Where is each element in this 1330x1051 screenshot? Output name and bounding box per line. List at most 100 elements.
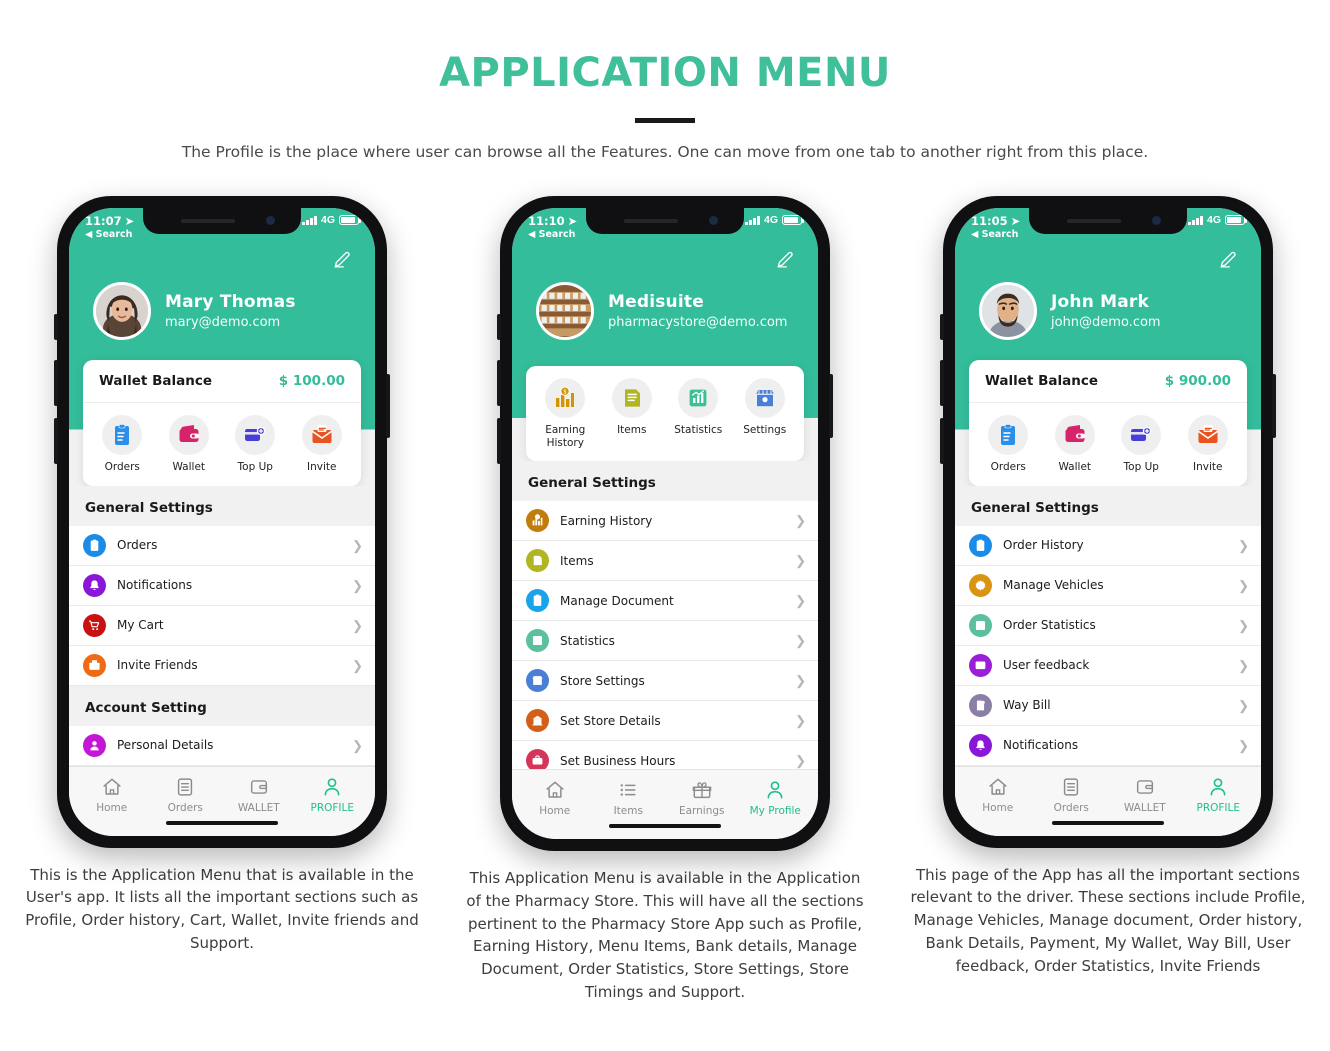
briefcase-icon bbox=[526, 749, 549, 769]
quick-action-invite[interactable]: Invite bbox=[291, 415, 353, 474]
battery-icon bbox=[339, 215, 361, 225]
quick-action-earning-history[interactable]: $ Earning History bbox=[534, 378, 596, 449]
avatar[interactable] bbox=[536, 282, 594, 340]
earpiece-speaker bbox=[624, 219, 678, 223]
list-item[interactable]: Set Store Details ❯ bbox=[512, 701, 818, 742]
settings-list[interactable]: General Settings $ Earning History ❯ Ite… bbox=[512, 461, 818, 769]
wallet-outline-icon bbox=[224, 776, 294, 798]
tab-home[interactable]: Home bbox=[77, 776, 147, 814]
edit-profile-button[interactable] bbox=[530, 248, 800, 276]
profile-email: mary@demo.com bbox=[165, 315, 281, 330]
quick-action-wallet[interactable]: Wallet bbox=[158, 415, 220, 474]
tab-wallet[interactable]: WALLET bbox=[224, 776, 294, 814]
tab-label: WALLET bbox=[237, 801, 280, 814]
list-item[interactable]: Items ❯ bbox=[512, 541, 818, 582]
front-camera bbox=[709, 216, 718, 225]
list-item[interactable]: My Cart ❯ bbox=[69, 605, 375, 646]
list-item[interactable]: Notifications ❯ bbox=[69, 565, 375, 606]
list-item[interactable]: Manage Vehicles ❯ bbox=[955, 565, 1261, 606]
quick-action-orders[interactable]: Orders bbox=[91, 415, 153, 474]
volume-up-button[interactable] bbox=[940, 360, 944, 406]
profile-summary: John Mark john@demo.com bbox=[973, 276, 1243, 360]
volume-up-button[interactable] bbox=[54, 360, 58, 406]
list-item[interactable]: Personal Details ❯ bbox=[69, 725, 375, 766]
list-item[interactable]: Store Settings ❯ bbox=[512, 661, 818, 702]
tab-label: WALLET bbox=[1123, 801, 1166, 814]
list-item[interactable]: Order Statistics ❯ bbox=[955, 605, 1261, 646]
phone-screen: 11:07 ➤ ◀ Search 4G Mary Thomas mary@dem… bbox=[69, 208, 375, 836]
tab-home[interactable]: Home bbox=[963, 776, 1033, 814]
front-camera bbox=[266, 216, 275, 225]
mute-switch[interactable] bbox=[54, 314, 58, 340]
chevron-right-icon: ❯ bbox=[352, 737, 363, 753]
volume-down-button[interactable] bbox=[940, 418, 944, 464]
home-indicator bbox=[69, 817, 375, 836]
tab-items[interactable]: Items bbox=[593, 779, 663, 817]
avatar[interactable] bbox=[979, 282, 1037, 340]
quick-action-orders[interactable]: Orders bbox=[977, 415, 1039, 474]
power-button[interactable] bbox=[1272, 374, 1276, 438]
list-item[interactable]: Set Business Hours ❯ bbox=[512, 741, 818, 769]
quick-action-top-up[interactable]: Top Up bbox=[1110, 415, 1172, 474]
list-item-label: My Cart bbox=[117, 618, 164, 633]
quick-action-statistics[interactable]: Statistics bbox=[667, 378, 729, 449]
list-item-label: Notifications bbox=[117, 578, 193, 593]
clipboard-check-icon bbox=[969, 533, 992, 557]
wallet-card-wrap: Wallet Balance $ 100.00 Orders Wallet To… bbox=[69, 360, 375, 486]
chevron-right-icon: ❯ bbox=[1238, 737, 1249, 753]
quick-action-wallet[interactable]: Wallet bbox=[1044, 415, 1106, 474]
tab-profile[interactable]: PROFILE bbox=[297, 776, 367, 814]
list-item[interactable]: Manage Document ❯ bbox=[512, 581, 818, 622]
volume-down-button[interactable] bbox=[54, 418, 58, 464]
status-indicators: 4G bbox=[745, 214, 804, 226]
profile-email: john@demo.com bbox=[1051, 315, 1161, 330]
list-item-label: Order History bbox=[1003, 538, 1084, 553]
back-to-search[interactable]: ◀ Search bbox=[85, 229, 134, 240]
quick-action-settings[interactable]: Settings bbox=[734, 378, 796, 449]
quick-action-top-up[interactable]: Top Up bbox=[224, 415, 286, 474]
list-item[interactable]: Order History ❯ bbox=[955, 525, 1261, 566]
list-item[interactable]: Way Bill ❯ bbox=[955, 685, 1261, 726]
tab-my-profile[interactable]: My Profile bbox=[740, 779, 810, 817]
wallet-balance-value: $ 900.00 bbox=[1164, 373, 1231, 389]
profile-email: pharmacystore@demo.com bbox=[608, 315, 788, 330]
settings-list[interactable]: General Settings Order History ❯ Manage … bbox=[955, 485, 1261, 766]
tab-earnings[interactable]: Earnings bbox=[667, 779, 737, 817]
volume-up-button[interactable] bbox=[497, 360, 501, 406]
bottom-tab-bar: Home Items Earnings My Profile bbox=[512, 769, 818, 821]
tab-profile[interactable]: PROFILE bbox=[1183, 776, 1253, 814]
back-to-search[interactable]: ◀ Search bbox=[971, 229, 1020, 240]
tab-orders[interactable]: Orders bbox=[1036, 776, 1106, 814]
quick-action-label: Wallet bbox=[172, 461, 206, 473]
volume-down-button[interactable] bbox=[497, 418, 501, 464]
list-item[interactable]: Orders ❯ bbox=[69, 525, 375, 566]
phone-caption: This Application Menu is available in th… bbox=[466, 869, 864, 1001]
edit-profile-button[interactable] bbox=[87, 248, 357, 276]
list-item-label: User feedback bbox=[1003, 658, 1090, 673]
wallet-balance-row: Wallet Balance $ 100.00 bbox=[83, 360, 361, 403]
list-item[interactable]: Statistics ❯ bbox=[512, 621, 818, 662]
mute-switch[interactable] bbox=[940, 314, 944, 340]
tab-orders[interactable]: Orders bbox=[150, 776, 220, 814]
topup-card-icon bbox=[1121, 415, 1162, 455]
tab-wallet[interactable]: WALLET bbox=[1110, 776, 1180, 814]
list-item[interactable]: Notifications ❯ bbox=[955, 725, 1261, 766]
settings-list[interactable]: General Settings Orders ❯ Notifications … bbox=[69, 485, 375, 766]
tab-label: Items bbox=[613, 805, 643, 817]
feedback-icon bbox=[969, 653, 992, 677]
avatar[interactable] bbox=[93, 282, 151, 340]
chevron-right-icon: ❯ bbox=[795, 673, 806, 689]
tab-label: Home bbox=[96, 801, 128, 814]
list-item[interactable]: User feedback ❯ bbox=[955, 645, 1261, 686]
back-to-search[interactable]: ◀ Search bbox=[528, 229, 577, 240]
edit-profile-button[interactable] bbox=[973, 248, 1243, 276]
power-button[interactable] bbox=[386, 374, 390, 438]
power-button[interactable] bbox=[829, 374, 833, 438]
list-item[interactable]: $ Earning History ❯ bbox=[512, 501, 818, 542]
mute-switch[interactable] bbox=[497, 314, 501, 340]
tab-home[interactable]: Home bbox=[520, 779, 590, 817]
list-item[interactable]: Invite Friends ❯ bbox=[69, 645, 375, 686]
quick-action-items[interactable]: Items bbox=[601, 378, 663, 449]
svg-text:$: $ bbox=[563, 389, 567, 396]
quick-action-invite[interactable]: Invite bbox=[1177, 415, 1239, 474]
